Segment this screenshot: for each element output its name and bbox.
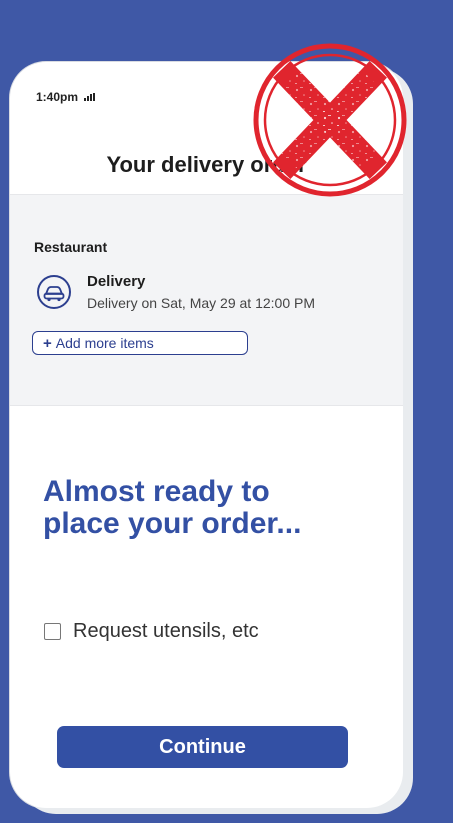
signal-icon [84, 93, 96, 101]
page-title: Your delivery order [106, 152, 307, 177]
status-bar: 1:40pm [36, 90, 96, 104]
order-headline: Almost ready to place your order... [43, 476, 301, 540]
add-more-items-label: Add more items [55, 335, 154, 351]
headline-line-2: place your order... [43, 507, 302, 540]
restaurant-label: Restaurant [34, 239, 108, 255]
plus-icon: + [43, 334, 52, 352]
utensils-checkbox[interactable] [44, 623, 61, 640]
continue-label: Continue [159, 735, 246, 758]
add-more-items-button[interactable]: + Add more items [32, 331, 248, 355]
order-summary-panel: Restaurant Delivery Delivery on Sat, May… [10, 194, 403, 406]
utensils-label: Request utensils, etc [73, 620, 259, 642]
delivery-mode-title: Delivery [87, 273, 146, 290]
continue-button[interactable]: Continue [57, 726, 348, 768]
phone-frame: 1:40pm Your delivery order Restaurant De… [10, 62, 403, 808]
delivery-time-text: Delivery on Sat, May 29 at 12:00 PM [87, 295, 315, 311]
car-icon [37, 275, 71, 309]
headline-line-1: Almost ready to [43, 475, 270, 508]
status-time: 1:40pm [36, 90, 79, 104]
utensils-option[interactable]: Request utensils, etc [44, 620, 259, 643]
